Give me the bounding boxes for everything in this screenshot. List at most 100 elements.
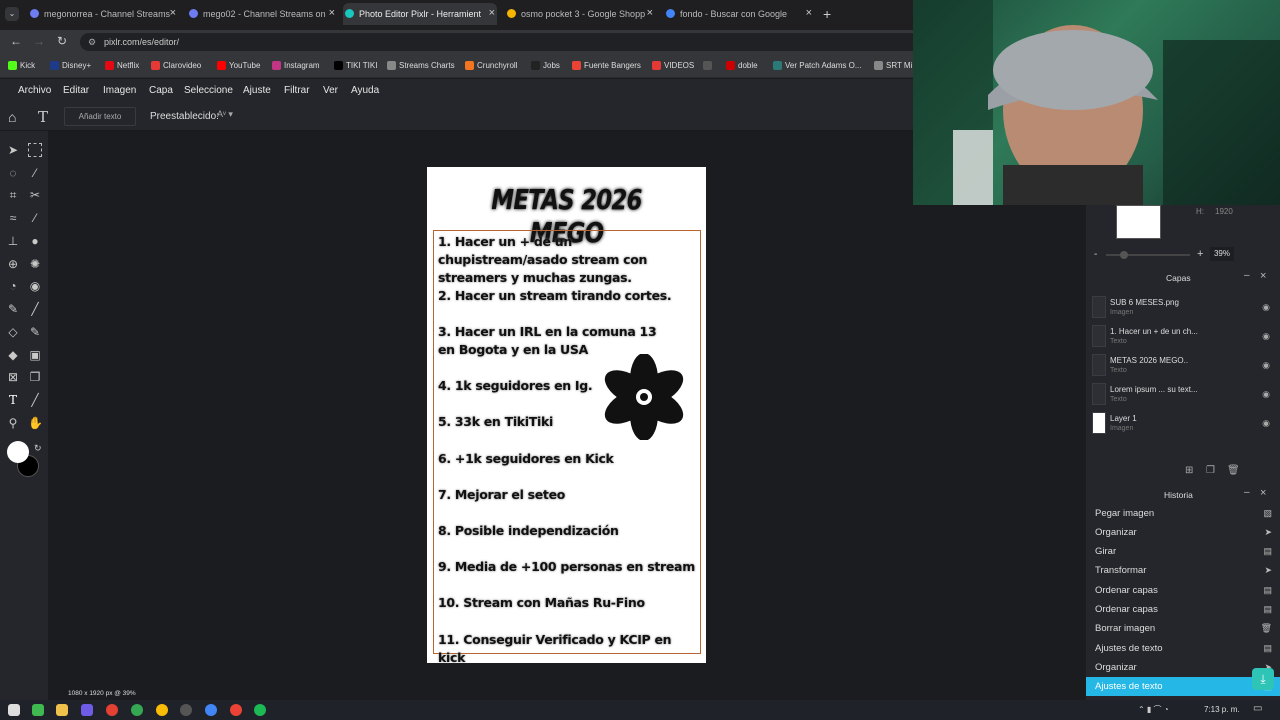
add-layer-icon[interactable]: ⊞ xyxy=(1185,465,1193,476)
browser-tab[interactable]: mego02 - Channel Streams on × xyxy=(187,3,337,25)
layer-row[interactable]: METAS 2026 MEGO.. Texto ◉ xyxy=(1090,352,1276,380)
foreground-color-swatch[interactable] xyxy=(7,441,29,463)
replace-tool-icon[interactable]: ✎ xyxy=(28,325,42,339)
heal-tool-icon[interactable]: ⁄ xyxy=(28,211,42,225)
close-tab-icon[interactable]: × xyxy=(647,7,653,19)
menu-ajuste[interactable]: Ajuste xyxy=(243,85,271,96)
menu-ayuda[interactable]: Ayuda xyxy=(351,85,379,96)
bookmark[interactable]: Crunchyroll xyxy=(465,61,517,70)
drop-tool-icon[interactable]: ● xyxy=(28,234,42,248)
home-icon[interactable]: ⌂ xyxy=(8,109,16,125)
swap-colors-icon[interactable]: ↻ xyxy=(34,443,42,454)
brush-tool-icon[interactable]: ╱ xyxy=(28,302,42,316)
history-item-active[interactable]: Ajustes de texto▤ xyxy=(1086,677,1280,696)
bookmark[interactable]: SRT Mi xyxy=(874,61,912,70)
taskbar-app-icon[interactable] xyxy=(254,704,266,716)
start-icon[interactable] xyxy=(8,704,20,716)
bookmark[interactable]: TIKI TIKI xyxy=(334,61,377,70)
bookmark[interactable]: Disney+ xyxy=(50,61,91,70)
pen-tool-icon[interactable]: ✎ xyxy=(6,302,20,316)
notifications-icon[interactable]: ▭ xyxy=(1253,703,1262,714)
taskbar-app-icon[interactable] xyxy=(106,704,118,716)
history-item[interactable]: Transformar ➤ xyxy=(1086,561,1280,580)
clock[interactable]: 7:13 p. m. xyxy=(1204,705,1240,714)
bookmark[interactable]: YouTube xyxy=(217,61,260,70)
menu-filtrar[interactable]: Filtrar xyxy=(284,85,310,96)
taskbar-app-icon[interactable] xyxy=(131,704,143,716)
history-item[interactable]: Ordenar capas ▤ xyxy=(1086,581,1280,600)
menu-editar[interactable]: Editar xyxy=(63,85,89,96)
visibility-eye-icon[interactable]: ◉ xyxy=(1262,360,1270,371)
visibility-eye-icon[interactable]: ◉ xyxy=(1262,302,1270,313)
history-item[interactable]: Ajustes de texto ▤ xyxy=(1086,639,1280,658)
site-info-icon[interactable]: ⚙ xyxy=(88,33,96,51)
url-input[interactable]: ⚙ pixlr.com/es/editor/ xyxy=(80,33,920,51)
zoom-value-field[interactable]: 39% xyxy=(1210,247,1234,261)
text-tool-icon[interactable]: T xyxy=(6,393,20,407)
dodge-tool-icon[interactable]: ◔ xyxy=(6,279,20,293)
history-item[interactable]: Organizar ➤ xyxy=(1086,523,1280,542)
zoom-slider-handle[interactable] xyxy=(1120,251,1128,259)
arrange-tool-icon[interactable]: ➤ xyxy=(6,143,20,157)
liquify-tool-icon[interactable]: ≈ xyxy=(6,211,20,225)
taskbar-app-icon[interactable] xyxy=(156,704,168,716)
fill-tool-icon[interactable]: ◆ xyxy=(6,348,20,362)
close-tab-icon[interactable]: × xyxy=(489,7,495,19)
bookmark[interactable]: Streams Charts xyxy=(387,61,455,70)
menu-capa[interactable]: Capa xyxy=(149,85,173,96)
close-icon[interactable]: × xyxy=(1260,487,1266,499)
marquee-tool-icon[interactable] xyxy=(28,143,42,157)
document-canvas[interactable]: METAS 2026 MEGO 1. Hacer un + de un chup… xyxy=(427,167,706,665)
layer-row[interactable]: 1. Hacer un + de un ch... Texto ◉ xyxy=(1090,323,1276,351)
menu-seleccione[interactable]: Seleccione xyxy=(184,85,233,96)
hand-tool-icon[interactable]: ✋ xyxy=(28,416,43,430)
taskbar-app-icon[interactable] xyxy=(81,704,93,716)
taskbar-app-icon[interactable] xyxy=(230,704,242,716)
grid-tool-icon[interactable]: ⊕ xyxy=(6,257,20,271)
new-tab-button[interactable]: + xyxy=(823,6,831,22)
close-tab-icon[interactable]: × xyxy=(329,7,335,19)
reload-icon[interactable]: ↻ xyxy=(57,34,67,48)
taskbar-app-icon[interactable] xyxy=(205,704,217,716)
close-icon[interactable]: × xyxy=(1260,270,1266,282)
sponge-tool-icon[interactable]: ✺ xyxy=(28,257,42,271)
gradient-tool-icon[interactable]: ▣ xyxy=(28,348,42,362)
bookmark[interactable]: Kick xyxy=(8,61,35,70)
bookmark[interactable]: Jobs xyxy=(531,61,560,70)
minimize-icon[interactable]: – xyxy=(1244,487,1250,498)
visibility-eye-icon[interactable]: ◉ xyxy=(1262,389,1270,400)
browser-tab-active[interactable]: Photo Editor Pixlr - Herramient × xyxy=(343,3,497,25)
shape-tool-icon[interactable]: ⊠ xyxy=(6,370,20,384)
sticker-tool-icon[interactable]: ❐ xyxy=(28,370,42,384)
zoom-in-icon[interactable]: + xyxy=(1197,248,1203,260)
menu-archivo[interactable]: Archivo xyxy=(18,85,51,96)
visibility-eye-icon[interactable]: ◉ xyxy=(1262,331,1270,342)
clone-tool-icon[interactable]: ⊥ xyxy=(6,234,20,248)
bookmark[interactable]: doble xyxy=(726,61,758,70)
eraser-tool-icon[interactable]: ◇ xyxy=(6,325,20,339)
save-download-button[interactable]: ⤓ xyxy=(1252,668,1274,690)
visibility-eye-icon[interactable]: ◉ xyxy=(1262,418,1270,429)
history-item[interactable]: Girar ▤ xyxy=(1086,542,1280,561)
tab-search-button[interactable]: ⌄ xyxy=(5,7,19,21)
bookmark[interactable]: Ver Patch Adams O... xyxy=(773,61,861,70)
history-item[interactable]: Ordenar capas ▤ xyxy=(1086,600,1280,619)
cutout-tool-icon[interactable]: ✂ xyxy=(28,188,42,202)
browser-tab[interactable]: fondo - Buscar con Google × xyxy=(664,3,814,25)
close-tab-icon[interactable]: × xyxy=(170,7,176,19)
zoom-out-icon[interactable]: - xyxy=(1094,249,1097,260)
browser-tab[interactable]: osmo pocket 3 - Google Shopp × xyxy=(505,3,655,25)
focus-tool-icon[interactable]: ◉ xyxy=(28,279,42,293)
back-icon[interactable]: ← xyxy=(10,34,22,48)
layer-row[interactable]: Layer 1 Imagen ◉ xyxy=(1090,410,1276,438)
history-item[interactable]: Borrar imagen 🗑 xyxy=(1086,619,1280,638)
bookmark[interactable]: Netflix xyxy=(105,61,139,70)
taskbar-app-icon[interactable] xyxy=(32,704,44,716)
add-text-button[interactable]: Añadir texto xyxy=(64,107,136,126)
eyedropper-tool-icon[interactable]: ╱ xyxy=(28,393,42,407)
menu-imagen[interactable]: Imagen xyxy=(103,85,136,96)
delete-layer-icon[interactable]: 🗑 xyxy=(1227,465,1240,476)
wand-tool-icon[interactable]: ⁄ xyxy=(28,166,42,180)
taskbar-app-icon[interactable] xyxy=(56,704,68,716)
history-item[interactable]: Organizar ➤ xyxy=(1086,658,1280,677)
